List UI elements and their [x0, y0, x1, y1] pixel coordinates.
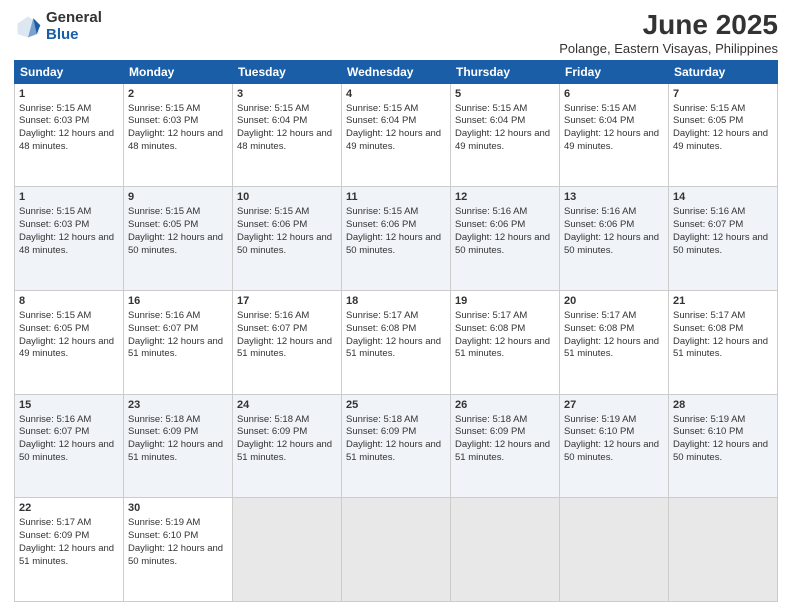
- table-cell: 15Sunrise: 5:16 AMSunset: 6:07 PMDayligh…: [15, 394, 124, 498]
- table-cell: 2Sunrise: 5:15 AMSunset: 6:03 PMDaylight…: [124, 83, 233, 187]
- day-number: 7: [673, 87, 773, 102]
- day-number: 6: [564, 87, 664, 102]
- col-monday: Monday: [124, 60, 233, 83]
- table-cell: 9Sunrise: 5:15 AMSunset: 6:05 PMDaylight…: [124, 187, 233, 291]
- week-row: 1Sunrise: 5:15 AMSunset: 6:03 PMDaylight…: [15, 187, 778, 291]
- day-number: 16: [128, 294, 228, 309]
- table-cell: 16Sunrise: 5:16 AMSunset: 6:07 PMDayligh…: [124, 291, 233, 395]
- table-cell: 24Sunrise: 5:18 AMSunset: 6:09 PMDayligh…: [233, 394, 342, 498]
- table-cell: 20Sunrise: 5:17 AMSunset: 6:08 PMDayligh…: [560, 291, 669, 395]
- table-cell: 1Sunrise: 5:15 AMSunset: 6:03 PMDaylight…: [15, 187, 124, 291]
- calendar-title: June 2025: [559, 10, 778, 41]
- table-cell: 1Sunrise: 5:15 AMSunset: 6:03 PMDaylight…: [15, 83, 124, 187]
- day-number: 8: [19, 294, 119, 309]
- day-number: 10: [237, 190, 337, 205]
- logo: General Blue: [14, 10, 102, 43]
- table-cell: [560, 498, 669, 602]
- table-cell: 8Sunrise: 5:15 AMSunset: 6:05 PMDaylight…: [15, 291, 124, 395]
- day-number: 2: [128, 87, 228, 102]
- table-cell: 4Sunrise: 5:15 AMSunset: 6:04 PMDaylight…: [342, 83, 451, 187]
- day-number: 9: [128, 190, 228, 205]
- day-number: 3: [237, 87, 337, 102]
- table-cell: [669, 498, 778, 602]
- day-number: 20: [564, 294, 664, 309]
- table-cell: 26Sunrise: 5:18 AMSunset: 6:09 PMDayligh…: [451, 394, 560, 498]
- table-cell: 14Sunrise: 5:16 AMSunset: 6:07 PMDayligh…: [669, 187, 778, 291]
- calendar-table: Sunday Monday Tuesday Wednesday Thursday…: [14, 60, 778, 602]
- table-cell: 7Sunrise: 5:15 AMSunset: 6:05 PMDaylight…: [669, 83, 778, 187]
- page: General Blue June 2025 Polange, Eastern …: [0, 0, 792, 612]
- table-cell: [233, 498, 342, 602]
- day-number: 11: [346, 190, 446, 205]
- day-number: 15: [19, 398, 119, 413]
- table-cell: 18Sunrise: 5:17 AMSunset: 6:08 PMDayligh…: [342, 291, 451, 395]
- week-row: 22Sunrise: 5:17 AMSunset: 6:09 PMDayligh…: [15, 498, 778, 602]
- day-number: 25: [346, 398, 446, 413]
- col-wednesday: Wednesday: [342, 60, 451, 83]
- table-cell: 30Sunrise: 5:19 AMSunset: 6:10 PMDayligh…: [124, 498, 233, 602]
- logo-text: General Blue: [46, 10, 102, 43]
- day-number: 1: [19, 190, 119, 205]
- table-cell: 21Sunrise: 5:17 AMSunset: 6:08 PMDayligh…: [669, 291, 778, 395]
- day-number: 23: [128, 398, 228, 413]
- col-sunday: Sunday: [15, 60, 124, 83]
- table-cell: 28Sunrise: 5:19 AMSunset: 6:10 PMDayligh…: [669, 394, 778, 498]
- col-thursday: Thursday: [451, 60, 560, 83]
- table-cell: 5Sunrise: 5:15 AMSunset: 6:04 PMDaylight…: [451, 83, 560, 187]
- table-cell: 6Sunrise: 5:15 AMSunset: 6:04 PMDaylight…: [560, 83, 669, 187]
- title-block: June 2025 Polange, Eastern Visayas, Phil…: [559, 10, 778, 56]
- day-number: 22: [19, 501, 119, 516]
- week-row: 15Sunrise: 5:16 AMSunset: 6:07 PMDayligh…: [15, 394, 778, 498]
- week-row: 1Sunrise: 5:15 AMSunset: 6:03 PMDaylight…: [15, 83, 778, 187]
- table-cell: [451, 498, 560, 602]
- table-cell: 23Sunrise: 5:18 AMSunset: 6:09 PMDayligh…: [124, 394, 233, 498]
- table-cell: 3Sunrise: 5:15 AMSunset: 6:04 PMDaylight…: [233, 83, 342, 187]
- table-cell: 22Sunrise: 5:17 AMSunset: 6:09 PMDayligh…: [15, 498, 124, 602]
- col-saturday: Saturday: [669, 60, 778, 83]
- day-number: 5: [455, 87, 555, 102]
- day-number: 28: [673, 398, 773, 413]
- header: General Blue June 2025 Polange, Eastern …: [14, 10, 778, 56]
- header-row: Sunday Monday Tuesday Wednesday Thursday…: [15, 60, 778, 83]
- day-number: 18: [346, 294, 446, 309]
- table-cell: 25Sunrise: 5:18 AMSunset: 6:09 PMDayligh…: [342, 394, 451, 498]
- table-cell: [342, 498, 451, 602]
- day-number: 26: [455, 398, 555, 413]
- logo-icon: [14, 13, 42, 41]
- calendar-subtitle: Polange, Eastern Visayas, Philippines: [559, 41, 778, 56]
- col-friday: Friday: [560, 60, 669, 83]
- day-number: 24: [237, 398, 337, 413]
- logo-blue: Blue: [46, 27, 102, 44]
- col-tuesday: Tuesday: [233, 60, 342, 83]
- day-number: 19: [455, 294, 555, 309]
- day-number: 30: [128, 501, 228, 516]
- day-number: 27: [564, 398, 664, 413]
- table-cell: 19Sunrise: 5:17 AMSunset: 6:08 PMDayligh…: [451, 291, 560, 395]
- day-number: 1: [19, 87, 119, 102]
- table-cell: 27Sunrise: 5:19 AMSunset: 6:10 PMDayligh…: [560, 394, 669, 498]
- day-number: 13: [564, 190, 664, 205]
- day-number: 12: [455, 190, 555, 205]
- table-cell: 13Sunrise: 5:16 AMSunset: 6:06 PMDayligh…: [560, 187, 669, 291]
- day-number: 21: [673, 294, 773, 309]
- day-number: 4: [346, 87, 446, 102]
- day-number: 17: [237, 294, 337, 309]
- table-cell: 11Sunrise: 5:15 AMSunset: 6:06 PMDayligh…: [342, 187, 451, 291]
- week-row: 8Sunrise: 5:15 AMSunset: 6:05 PMDaylight…: [15, 291, 778, 395]
- logo-general: General: [46, 10, 102, 27]
- day-number: 14: [673, 190, 773, 205]
- table-cell: 17Sunrise: 5:16 AMSunset: 6:07 PMDayligh…: [233, 291, 342, 395]
- table-cell: 10Sunrise: 5:15 AMSunset: 6:06 PMDayligh…: [233, 187, 342, 291]
- table-cell: 12Sunrise: 5:16 AMSunset: 6:06 PMDayligh…: [451, 187, 560, 291]
